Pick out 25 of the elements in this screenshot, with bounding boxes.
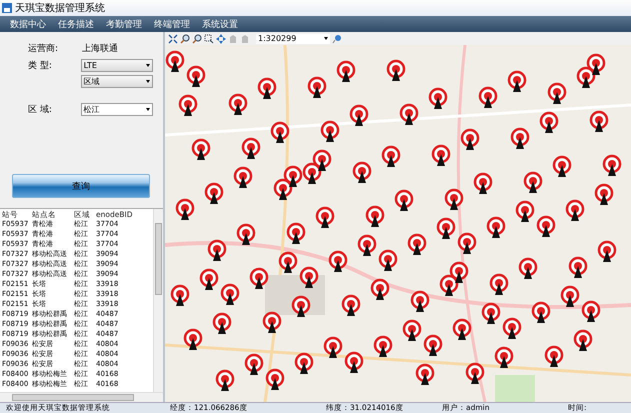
menu-item[interactable]: 考勤管理 [106, 18, 142, 30]
vertical-scrollbar[interactable] [153, 209, 163, 392]
window-title: 天琪宝数据管理系统 [15, 2, 105, 15]
type-dropdown[interactable]: LTE [80, 58, 153, 72]
pan-icon[interactable] [216, 34, 226, 44]
type-label: 类 型: [27, 60, 53, 72]
map-drawing[interactable] [165, 45, 631, 402]
subtype-dropdown[interactable]: 区域 [80, 74, 153, 88]
area-label: 区 域: [27, 104, 53, 116]
full-extent-icon[interactable] [168, 34, 178, 44]
menu-item[interactable]: 任务描述 [58, 18, 94, 30]
operator-value: 上海联通 [82, 42, 118, 54]
zoom-in-icon[interactable] [180, 34, 190, 44]
query-button[interactable]: 查询 [12, 174, 150, 198]
area-dropdown[interactable]: 松江 [80, 102, 153, 116]
horizontal-scrollbar[interactable] [0, 392, 163, 402]
app-icon [2, 3, 12, 13]
globe-icon[interactable] [332, 34, 342, 44]
scale-dropdown[interactable]: 1:320299 [256, 34, 330, 44]
menu-item[interactable]: 系统设置 [202, 18, 238, 30]
menu-item[interactable]: 终端管理 [154, 18, 190, 30]
operator-label: 运营商: [27, 42, 60, 54]
menu-item[interactable]: 数据中心 [10, 18, 46, 30]
zoom-out-icon[interactable] [192, 34, 202, 44]
zoom-box-icon[interactable] [204, 34, 214, 44]
